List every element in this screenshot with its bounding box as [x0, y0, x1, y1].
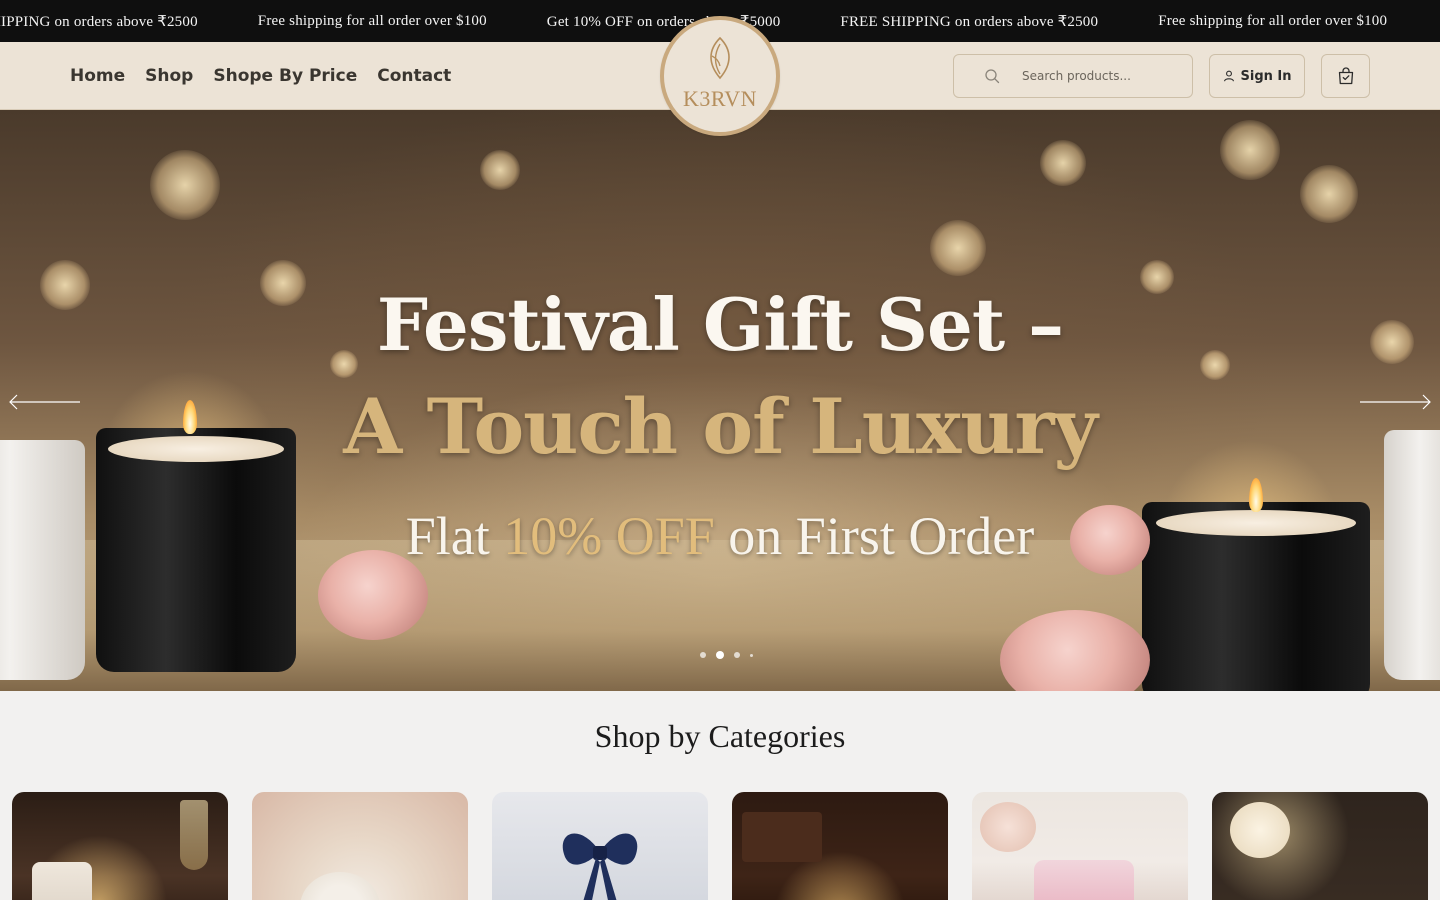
nav-home[interactable]: Home [70, 66, 125, 86]
search-icon [985, 69, 1000, 84]
categories-title: Shop by Categories [594, 718, 846, 754]
hero-subtitle-accent: 10% OFF [503, 506, 715, 566]
hero-title-line2: A Touch of Luxury [343, 382, 1098, 471]
search-input[interactable] [1022, 69, 1182, 83]
announcement-item: FREE SHIPPING on orders above ₹2500 [0, 13, 198, 30]
card-rose [1230, 802, 1290, 858]
sign-in-button[interactable]: Sign In [1209, 54, 1305, 98]
hero-subtitle: Flat 10% OFF on First Order [0, 505, 1440, 567]
card-box [742, 812, 822, 862]
cart-button[interactable] [1321, 54, 1370, 98]
card-vase [300, 872, 380, 900]
slider-dot-4[interactable] [750, 653, 753, 657]
logo-text: K3RVN [682, 86, 758, 111]
category-card[interactable] [12, 792, 228, 900]
nav-shop[interactable]: Shop [145, 66, 193, 86]
category-card[interactable] [492, 792, 708, 900]
hero-title-line1: Festival Gift Set – [376, 282, 1064, 367]
announcement-item: Free shipping for all order over $100 [257, 12, 487, 29]
nav-contact[interactable]: Contact [377, 66, 451, 86]
category-cards [12, 792, 1428, 900]
hero-subtitle-prefix: Flat [405, 506, 504, 566]
shopping-bag-icon [1338, 67, 1353, 85]
category-card[interactable] [972, 792, 1188, 900]
main-nav: Home Shop Shope By Price Contact [70, 42, 451, 110]
announcement-item: Free shipping for all order over $100 [1158, 12, 1388, 29]
user-icon [1223, 70, 1234, 82]
sign-in-label: Sign In [1240, 68, 1292, 84]
card-glass [180, 800, 208, 870]
card-candle-glow [32, 862, 92, 900]
ribbon-bow-icon [562, 833, 638, 900]
logo-leaf-icon [710, 36, 730, 80]
category-card[interactable] [1212, 792, 1428, 900]
announcement-item: FREE SHIPPING on orders above ₹2500 [840, 13, 1099, 30]
hero-slider: Festival Gift Set – A Touch of Luxury Fl… [0, 110, 1440, 691]
category-card[interactable] [252, 792, 468, 900]
arrow-left-icon[interactable] [8, 392, 80, 412]
category-card[interactable] [732, 792, 948, 900]
slider-pagination [700, 651, 753, 659]
hero-text: Festival Gift Set – A Touch of Luxury Fl… [0, 110, 1440, 691]
hero-subtitle-suffix: on First Order [714, 506, 1035, 566]
arrow-right-icon[interactable] [1360, 392, 1432, 412]
slider-dot-1[interactable] [700, 652, 706, 658]
slider-dot-3[interactable] [734, 652, 740, 658]
search-box[interactable] [953, 54, 1193, 98]
brand-logo[interactable]: K3RVN [660, 16, 780, 136]
card-candle-glass [1034, 860, 1134, 900]
nav-shop-by-price[interactable]: Shope By Price [213, 66, 357, 86]
slider-dot-2[interactable] [716, 651, 724, 659]
card-rose [980, 802, 1036, 852]
